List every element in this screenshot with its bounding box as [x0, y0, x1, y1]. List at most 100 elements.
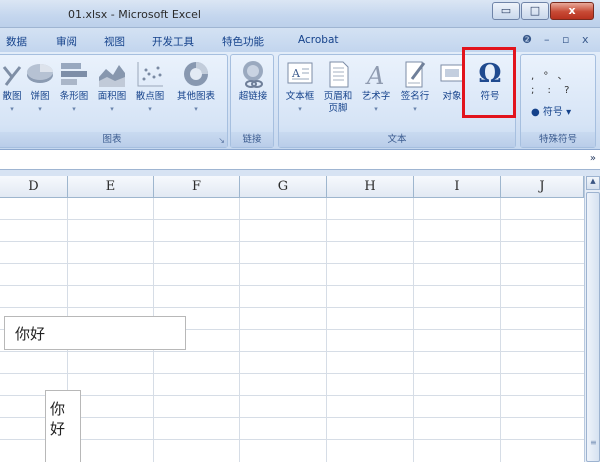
symbol-button-highlight	[462, 47, 516, 118]
header-footer-label: 页眉和	[323, 91, 353, 102]
horizontal-textbox-text: 你好	[15, 325, 46, 343]
close-icon: x	[568, 4, 576, 17]
svg-text:A: A	[291, 67, 301, 80]
special-symbols-group-label: 特殊符号	[521, 132, 595, 147]
bullet-icon: ●	[531, 107, 540, 118]
gridline-h	[0, 307, 584, 308]
hyperlink-icon	[238, 59, 268, 89]
scatter-chart-label: 散图	[2, 91, 22, 102]
gridline-h	[0, 351, 584, 352]
close-button[interactable]: x	[550, 2, 594, 20]
bar-chart-label: 条形图	[59, 91, 89, 102]
minimize-icon: ▭	[500, 4, 512, 17]
hyperlink-button[interactable]: 超链接	[233, 59, 273, 103]
gridline-h	[0, 373, 584, 374]
gridline-v	[413, 198, 414, 462]
other-charts-icon	[181, 59, 211, 89]
column-header-j[interactable]: J	[501, 176, 584, 198]
minimize-button[interactable]: ▭	[492, 2, 520, 20]
maximize-button[interactable]: □	[521, 2, 549, 20]
gridline-v	[239, 198, 240, 462]
chevron-down-icon: ▾	[566, 107, 572, 118]
horizontal-textbox[interactable]: 你好	[4, 316, 186, 350]
bar-chart-button[interactable]: 条形图 ▾	[57, 59, 91, 115]
svg-text:A: A	[365, 62, 384, 89]
gridline-h	[0, 263, 584, 264]
scatter-plot-label: 散点图	[135, 91, 165, 102]
ribbon-close-icon[interactable]: x	[582, 33, 589, 46]
pie-chart-label: 饼图	[30, 91, 50, 102]
maximize-icon: □	[529, 4, 541, 17]
window-controls: ▭ □ x	[491, 2, 594, 20]
textbox-icon: A	[285, 59, 315, 89]
scrollbar-thumb[interactable]: ≡	[586, 192, 600, 462]
scatter-chart-button[interactable]: 散图 ▾	[1, 59, 23, 115]
tab-acrobat[interactable]: Acrobat	[298, 34, 339, 46]
special-symbols-row-2[interactable]: ; : ?	[531, 85, 574, 96]
dialog-launcher-icon[interactable]: ↘	[218, 136, 225, 145]
expand-formula-bar-icon[interactable]: »	[590, 153, 596, 164]
column-header-i[interactable]: I	[414, 176, 501, 198]
gridline-v	[500, 198, 501, 462]
column-header-f[interactable]: F	[154, 176, 240, 198]
textbox-label: 文本框	[285, 91, 315, 102]
charts-group: 散图 ▾ 饼图 ▾ 条形图 ▾ 面积图 ▾ 散点图 ▾ 其他图表 ▾ 图表 ↘	[0, 54, 228, 148]
scatter-chart-icon	[2, 59, 22, 89]
column-header-g[interactable]: G	[240, 176, 327, 198]
other-charts-button[interactable]: 其他图表 ▾	[173, 59, 219, 115]
textbox-button[interactable]: A 文本框 ▾	[283, 59, 317, 115]
other-charts-label: 其他图表	[176, 91, 215, 102]
special-symbol-dropdown[interactable]: ● 符号 ▾	[531, 103, 571, 118]
gridline-v	[326, 198, 327, 462]
gridline-h	[0, 219, 584, 220]
special-symbol-dropdown-label: 符号	[542, 107, 563, 118]
wordart-button[interactable]: A 艺术字 ▾	[359, 59, 393, 115]
scatter-plot-button[interactable]: 散点图 ▾	[133, 59, 167, 115]
tab-view[interactable]: 视图	[104, 34, 125, 49]
scroll-up-icon[interactable]: ▲	[586, 176, 600, 190]
column-header-h[interactable]: H	[327, 176, 414, 198]
formula-bar[interactable]: »	[0, 150, 600, 170]
signature-line-button[interactable]: 签名行 ▾	[397, 59, 433, 115]
help-icon[interactable]: ❷	[522, 33, 532, 46]
header-footer-label-2: 页脚	[328, 103, 348, 114]
window-title: 01.xlsx - Microsoft Excel	[68, 8, 201, 21]
tab-special-features[interactable]: 特色功能	[222, 34, 264, 49]
text-group-label: 文本	[279, 132, 515, 147]
object-label: 对象	[442, 91, 462, 102]
header-footer-icon	[323, 59, 353, 89]
ribbon-restore-icon[interactable]: ▫	[562, 33, 569, 46]
area-chart-label: 面积图	[97, 91, 127, 102]
tab-data[interactable]: 数据	[6, 34, 27, 49]
bar-chart-icon	[59, 59, 89, 89]
pie-chart-icon	[25, 59, 55, 89]
signature-line-label: 签名行	[400, 91, 430, 102]
wordart-label: 艺术字	[361, 91, 391, 102]
column-header-d[interactable]: D	[0, 176, 68, 198]
vertical-scrollbar[interactable]: ▲ ≡	[584, 176, 600, 462]
tab-developer[interactable]: 开发工具	[152, 34, 194, 49]
special-symbols-group: , ° 、 ; : ? ● 符号 ▾ 特殊符号	[520, 54, 596, 148]
charts-group-label: 图表	[0, 132, 227, 147]
special-symbols-row-1[interactable]: , ° 、	[531, 67, 571, 82]
signature-line-icon	[400, 59, 430, 89]
vertical-textbox-text-1: 你	[50, 400, 66, 418]
vertical-textbox-text-2: 好	[50, 420, 66, 438]
area-chart-button[interactable]: 面积图 ▾	[95, 59, 129, 115]
gridline-h	[0, 241, 584, 242]
header-footer-button[interactable]: 页眉和 页脚	[321, 59, 355, 115]
area-chart-icon	[97, 59, 127, 89]
wordart-icon: A	[361, 59, 391, 90]
tab-review[interactable]: 审阅	[56, 34, 77, 49]
vertical-textbox[interactable]: 你 好	[45, 390, 81, 462]
links-group: 超链接 链接	[230, 54, 274, 148]
title-bar: 01.xlsx - Microsoft Excel ▭ □ x	[0, 0, 600, 28]
grip-icon: ≡	[590, 438, 597, 447]
ribbon-minimize-icon[interactable]: –	[544, 33, 550, 46]
gridline-h	[0, 417, 584, 418]
column-header-e[interactable]: E	[68, 176, 154, 198]
gridline-h	[0, 285, 584, 286]
pie-chart-button[interactable]: 饼图 ▾	[25, 59, 55, 115]
scatter-plot-icon	[135, 59, 165, 89]
gridline-h	[0, 439, 584, 440]
